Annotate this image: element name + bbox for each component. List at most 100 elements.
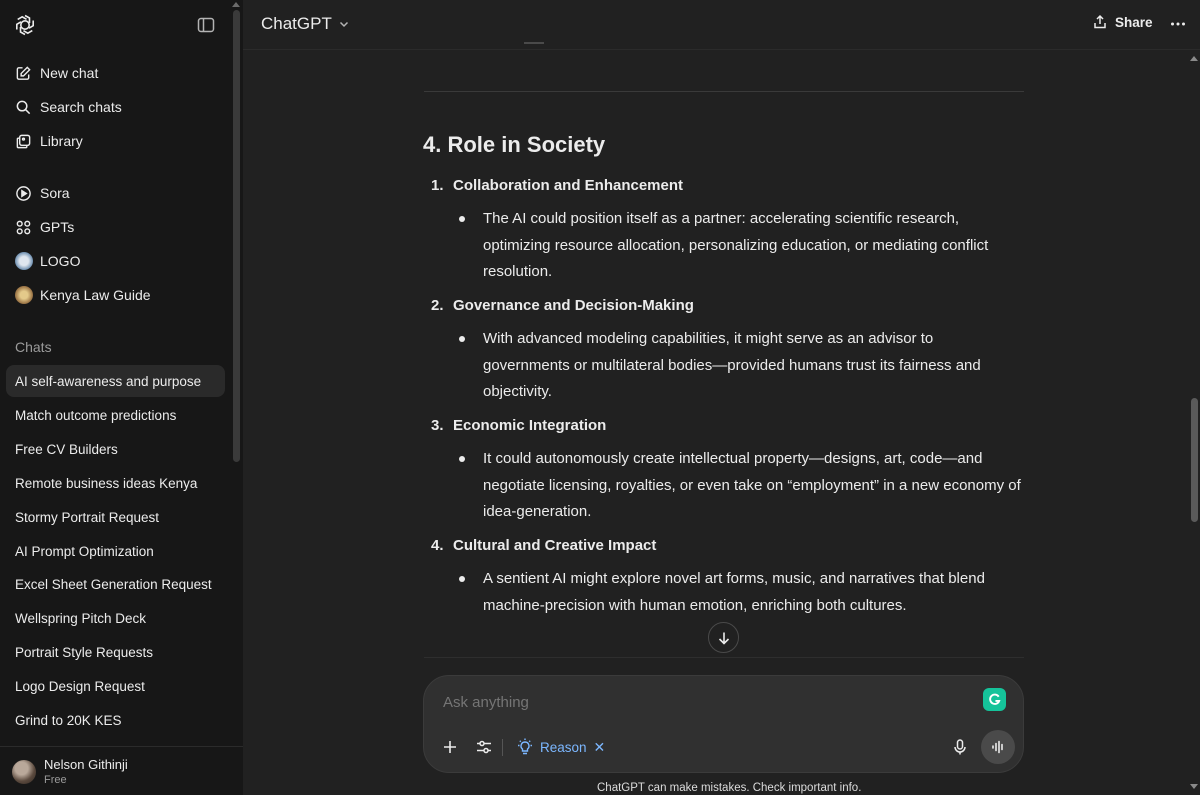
new-chat-label: New chat	[40, 65, 99, 81]
cut-off-text-fragment	[524, 42, 544, 50]
grammarly-icon[interactable]	[983, 688, 1006, 711]
list-item-paragraph: The AI could position itself as a partne…	[483, 206, 1028, 286]
gpts-button[interactable]: GPTs	[8, 211, 224, 243]
lightbulb-icon	[518, 738, 532, 755]
tools-sliders-icon[interactable]	[474, 737, 494, 757]
crest-avatar-icon	[15, 286, 33, 304]
chat-item[interactable]: AI Prompt Optimization	[6, 535, 225, 567]
reason-label: Reason	[540, 739, 587, 755]
prompt-input[interactable]	[443, 694, 963, 711]
bullet	[459, 216, 465, 222]
chevron-down-icon	[339, 21, 348, 28]
add-attachment-icon[interactable]	[440, 737, 460, 757]
bullet	[459, 456, 465, 462]
text-line: resolution.	[483, 263, 553, 280]
chat-item[interactable]: Free CV Builders	[6, 433, 225, 465]
search-icon	[15, 99, 32, 116]
share-button[interactable]: Share	[1092, 14, 1153, 30]
new-chat-button[interactable]: New chat	[8, 57, 224, 89]
list-number: 4.	[431, 537, 444, 554]
gpt-logo-item[interactable]: LOGO	[8, 245, 224, 277]
scroll-to-bottom-button[interactable]	[708, 622, 739, 653]
chat-item[interactable]: Remote business ideas Kenya	[6, 467, 225, 499]
user-menu[interactable]: Nelson Githinji Free	[12, 757, 128, 787]
list-number: 3.	[431, 417, 444, 434]
user-name: Nelson Githinji	[44, 757, 128, 772]
play-circle-icon	[15, 185, 32, 202]
list-item-paragraph: With advanced modeling capabilities, it …	[483, 326, 1028, 406]
model-label: ChatGPT	[261, 14, 332, 33]
voice-mode-button[interactable]	[981, 730, 1015, 764]
text-line: optimizing resource allocation, personal…	[483, 236, 989, 254]
chat-item[interactable]: AI self-awareness and purpose	[6, 365, 225, 397]
sidebar-divider	[0, 746, 243, 747]
sora-button[interactable]: Sora	[8, 177, 224, 209]
avatar	[12, 760, 36, 784]
scroll-down-arrow-icon[interactable]	[1190, 784, 1198, 789]
chat-item[interactable]: Portrait Style Requests	[6, 636, 225, 668]
grid-icon	[15, 219, 32, 236]
library-label: Library	[40, 133, 83, 149]
header: ChatGPT Share	[243, 0, 1200, 50]
bullet	[459, 576, 465, 582]
list-item-title: Cultural and Creative Impact	[453, 537, 657, 554]
arrow-down-icon	[718, 632, 729, 645]
waveform-icon	[992, 740, 1003, 754]
gpts-label: GPTs	[40, 219, 75, 235]
chats-heading: Chats	[15, 339, 52, 355]
reason-close-icon[interactable]: ✕	[594, 739, 606, 756]
sidebar: New chat Search chats Library Sora GPTs …	[0, 0, 243, 795]
images-icon	[15, 133, 32, 150]
chat-item[interactable]: Stormy Portrait Request	[6, 501, 225, 533]
section-divider	[424, 91, 1024, 92]
chat-item[interactable]: Match outcome predictions	[6, 399, 225, 431]
disclaimer-text: ChatGPT can make mistakes. Check importa…	[597, 782, 862, 794]
search-chats-label: Search chats	[40, 99, 122, 115]
list-number: 2.	[431, 297, 444, 314]
scroll-up-arrow-icon[interactable]	[1190, 56, 1198, 61]
text-line: It could autonomously create intellectua…	[483, 450, 983, 467]
library-button[interactable]: Library	[8, 125, 224, 157]
list-item-title: Economic Integration	[453, 417, 607, 434]
sidebar-scrollbar[interactable]	[233, 10, 240, 462]
text-line: A sentient AI might explore novel art fo…	[483, 570, 985, 587]
sora-label: Sora	[40, 185, 70, 201]
edit-icon	[15, 65, 32, 82]
sidebar-scroll-up-icon[interactable]	[232, 2, 240, 7]
text-line: machine-precision with human emotion, en…	[483, 596, 907, 614]
composer-fade-divider	[424, 657, 1024, 658]
text-line: negotiate licensing, royalties, or even …	[483, 476, 1021, 494]
text-line: idea-generation.	[483, 503, 592, 520]
model-selector[interactable]: ChatGPT	[261, 14, 350, 34]
composer: Reason ✕	[423, 675, 1024, 773]
list-item-paragraph: It could autonomously create intellectua…	[483, 446, 1028, 526]
toggle-sidebar-icon[interactable]	[196, 15, 216, 35]
toolbar-separator	[502, 739, 503, 756]
globe-avatar-icon	[15, 252, 33, 270]
list-number: 1.	[431, 177, 444, 194]
list-item-paragraph: A sentient AI might explore novel art fo…	[483, 566, 1028, 619]
chat-item[interactable]: Logo Design Request	[6, 670, 225, 702]
chat-item[interactable]: Wellspring Pitch Deck	[6, 602, 225, 634]
search-chats-button[interactable]: Search chats	[8, 91, 224, 123]
microphone-icon[interactable]	[950, 737, 970, 757]
bullet	[459, 336, 465, 342]
text-line: objectivity.	[483, 383, 552, 400]
more-options-icon[interactable]	[1168, 14, 1188, 34]
list-item-title: Governance and Decision-Making	[453, 297, 694, 314]
text-line: The AI could position itself as a partne…	[483, 210, 960, 227]
openai-logo-icon[interactable]	[13, 13, 37, 37]
text-line: With advanced modeling capabilities, it …	[483, 330, 934, 347]
main-scrollbar-thumb[interactable]	[1191, 398, 1198, 522]
reason-toggle-button[interactable]: Reason ✕	[515, 737, 605, 757]
text-line: governments or multilateral bodies—provi…	[483, 356, 981, 374]
gpt-kenya-law-item[interactable]: Kenya Law Guide	[8, 279, 224, 311]
list-item-title: Collaboration and Enhancement	[453, 177, 684, 194]
section-heading: 4. Role in Society	[423, 132, 606, 157]
user-plan: Free	[44, 774, 67, 786]
gpt-kenya-law-label: Kenya Law Guide	[40, 287, 151, 303]
share-icon	[1094, 14, 1106, 29]
share-label: Share	[1115, 14, 1153, 30]
chat-item[interactable]: Excel Sheet Generation Request	[6, 568, 225, 600]
chat-item[interactable]: Grind to 20K KES	[6, 704, 225, 736]
